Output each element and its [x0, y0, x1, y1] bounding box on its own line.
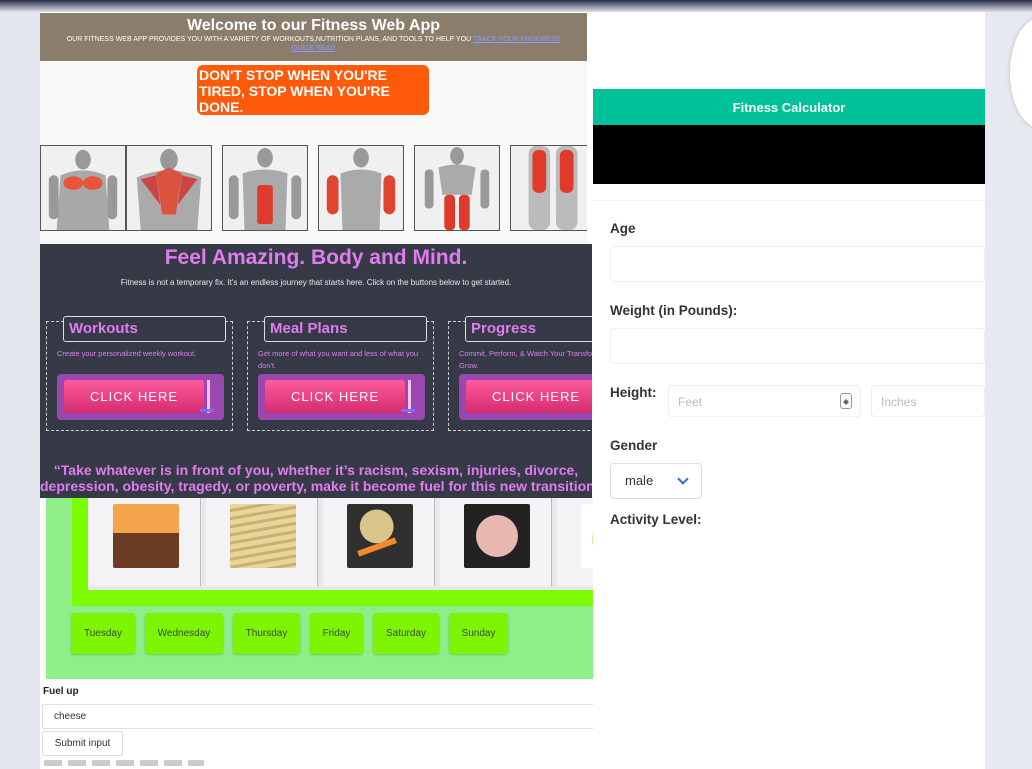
height-feet-input[interactable]: Feet [668, 385, 861, 417]
height-label: Height: [610, 385, 657, 400]
muscle-card-legs-front[interactable] [414, 145, 500, 231]
workouts-card-text: Create your personalized weekly workout. [57, 349, 197, 358]
gender-select[interactable]: male [610, 463, 702, 499]
progress-card-text: Commit, Perform, & Watch Your Transforma… [459, 349, 592, 370]
activity-level-label: Activity Level: [610, 512, 702, 527]
day-button-sunday[interactable]: Sunday [449, 613, 508, 654]
motto-banner: DON'T STOP WHEN YOU'RE TIRED, STOP WHEN … [197, 65, 429, 115]
day-button-friday[interactable]: Friday [310, 613, 363, 654]
progress-click-here-button[interactable]: CLICK HERE [466, 380, 592, 413]
day-button-saturday[interactable]: Saturday [373, 613, 439, 654]
height-inches-input[interactable]: Inches [871, 385, 985, 417]
muscle-card-legs-back[interactable] [510, 145, 587, 231]
day-button-thursday[interactable]: Thursday [233, 613, 300, 654]
progress-card: Progress Commit, Perform, & Watch Your T… [448, 316, 592, 431]
inches-placeholder: Inches [881, 395, 917, 409]
fuel-up-label: Fuel up [43, 686, 79, 697]
workouts-click-here-button[interactable]: CLICK HERE [64, 380, 204, 413]
top-strip [0, 0, 1032, 12]
meal-plans-card-title: Meal Plans [264, 316, 427, 342]
day-button-wednesday[interactable]: Wednesday [145, 613, 223, 654]
calculator-divider [593, 200, 985, 201]
gender-label: Gender [610, 438, 658, 453]
quote-line-2: depression, obesity, tragedy, or poverty… [40, 478, 592, 494]
meal-image-french-fries[interactable] [230, 504, 296, 568]
stepper-icon[interactable] [840, 393, 852, 409]
feet-placeholder: Feet [678, 395, 703, 409]
meal-image-pasta-salad[interactable] [464, 504, 530, 568]
button-mini-mark [200, 409, 214, 412]
progress-button-wrap: CLICK HERE [459, 374, 592, 420]
submit-input-button[interactable]: Submit input [42, 731, 123, 756]
muscle-card-chest[interactable] [40, 145, 126, 231]
age-label: Age [610, 221, 636, 236]
workouts-button-wrap: CLICK HERE [57, 374, 224, 420]
muscle-card-abs[interactable] [222, 145, 308, 231]
quick-read-link[interactable]: Quick Read [46, 44, 581, 53]
chevron-down-icon [677, 473, 689, 485]
welcome-subtitle-text: OUR FITNESS WEB APP PROVIDES YOU WITH A … [66, 36, 472, 43]
calculator-title: Fitness Calculator [593, 89, 985, 125]
weight-input[interactable] [610, 328, 985, 364]
workouts-card-title: Workouts [63, 316, 226, 342]
welcome-title: Welcome to our Fitness Web App [186, 17, 441, 34]
meal-plans-click-here-button[interactable]: CLICK HERE [265, 380, 405, 413]
meal-plans-card-text: Get more of what you want and less of wh… [258, 349, 419, 370]
muscle-card-back[interactable] [126, 145, 212, 231]
faint-text-line [44, 760, 204, 766]
feel-title: Feel Amazing. Body and Mind. [164, 246, 468, 269]
calculator-black-banner [593, 125, 985, 184]
day-button-tuesday[interactable]: Tuesday [71, 613, 135, 654]
quote-line-1: “Take whatever is in front of you, wheth… [53, 462, 579, 478]
weight-label: Weight (in Pounds): [610, 303, 738, 318]
muscle-card-arms[interactable] [318, 145, 404, 231]
motivational-quote: “Take whatever is in front of you, wheth… [40, 462, 592, 494]
right-gutter [985, 12, 1032, 769]
muscle-card-row [40, 145, 587, 231]
welcome-subtitle: OUR FITNESS WEB APP PROVIDES YOU WITH A … [40, 35, 587, 53]
meal-plans-button-wrap: CLICK HERE [258, 374, 425, 420]
workouts-card: Workouts Create your personalized weekly… [46, 316, 233, 431]
age-input[interactable] [610, 246, 985, 282]
meal-plans-card: Meal Plans Get more of what you want and… [247, 316, 434, 431]
progress-card-title: Progress [465, 316, 592, 342]
button-mini-mark [401, 409, 415, 412]
meal-image-soup-carrots[interactable] [347, 504, 413, 568]
track-progress-link[interactable]: TRACK YOUR PROGRESS [473, 36, 560, 43]
feel-subtitle: Fitness is not a temporary fix. It's an … [120, 278, 512, 287]
welcome-header: Welcome to our Fitness Web App OUR FITNE… [40, 13, 587, 61]
meal-image-orange-cake[interactable] [113, 504, 179, 568]
feel-amazing-panel: Feel Amazing. Body and Mind. Fitness is … [40, 244, 592, 498]
gender-value: male [625, 473, 654, 488]
